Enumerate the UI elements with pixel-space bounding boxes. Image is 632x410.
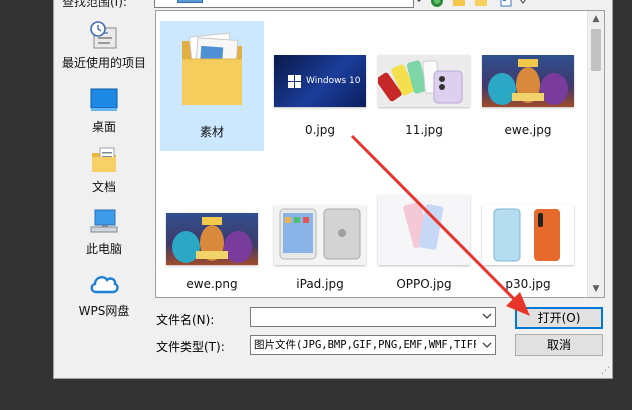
folder-location-icon (177, 0, 203, 3)
file-name: 0.jpg (304, 123, 336, 137)
cancel-button[interactable]: 取消 (515, 334, 603, 356)
image-thumbnail: Windows 10 (274, 55, 366, 107)
file-item-image[interactable]: p30.jpg (476, 191, 580, 297)
open-button[interactable]: 打开(O) (515, 307, 603, 329)
file-item-image[interactable]: iPad.jpg (268, 191, 372, 297)
place-label-documents: 文档 (91, 180, 116, 194)
filetype-select[interactable]: 图片文件(JPG,BMP,GIF,PNG,EMF,WMF,TIFF (250, 335, 496, 355)
place-desktop[interactable]: 桌面 (54, 84, 154, 135)
recent-items-icon (88, 20, 120, 52)
place-documents[interactable]: 文档 (54, 144, 154, 195)
place-label-recent: 最近使用的项目 (61, 56, 146, 70)
open-file-dialog: 查找范围(I): 最近使用的项目 桌面 文档 此电脑 WPS网盘 素材 Wind… (53, 0, 613, 379)
file-item-image[interactable]: OPPO.jpg (372, 191, 476, 297)
filename-label: 文件名(N): (156, 313, 215, 327)
documents-icon (88, 144, 120, 176)
tablet-image (279, 208, 361, 260)
file-item-image[interactable]: 11.jpg (372, 21, 476, 151)
lookin-label: 查找范围(I): (62, 0, 127, 9)
lookin-dropdown[interactable] (154, 0, 414, 8)
chevron-down-icon[interactable] (482, 340, 492, 350)
game-art-image (488, 59, 568, 105)
file-item-image[interactable]: Windows 10 0.jpg (268, 21, 372, 151)
file-list-view[interactable]: 素材 Windows 10 0.jpg 11.jpg ewe.jpg ewe.p… (155, 10, 605, 298)
places-bar: 最近使用的项目 桌面 文档 此电脑 WPS网盘 (54, 12, 150, 342)
filename-input[interactable] (250, 307, 496, 327)
place-wps-cloud[interactable]: WPS网盘 (54, 268, 154, 319)
file-name: 素材 (199, 125, 224, 139)
file-name: iPad.jpg (296, 277, 344, 291)
file-list-scrollbar[interactable]: ▲ ▼ (587, 11, 604, 297)
folder-icon (182, 32, 242, 105)
smartphones-image (493, 208, 560, 262)
thumbnail-caption: Windows 10 (306, 76, 361, 86)
file-name: OPPO.jpg (396, 277, 452, 291)
windows-logo-icon (288, 75, 301, 88)
image-thumbnail (166, 213, 258, 265)
file-name: ewe.jpg (504, 123, 552, 137)
resize-grip-icon[interactable]: ⋰ (601, 366, 610, 376)
file-item-image[interactable]: ewe.jpg (476, 21, 580, 151)
game-art-image (172, 217, 252, 263)
view-menu-icon[interactable] (500, 0, 514, 8)
scroll-up-icon[interactable]: ▲ (591, 14, 601, 24)
filetype-value: 图片文件(JPG,BMP,GIF,PNG,EMF,WMF,TIFF (254, 339, 476, 351)
smartphone-image (403, 202, 444, 250)
file-name: 11.jpg (405, 123, 443, 137)
image-thumbnail (482, 205, 574, 265)
image-thumbnail (378, 55, 470, 107)
up-folder-icon[interactable] (452, 0, 466, 8)
back-icon[interactable] (430, 0, 444, 8)
place-this-pc[interactable]: 此电脑 (54, 206, 154, 257)
file-item-image[interactable]: ewe.png (160, 191, 264, 297)
lookin-row: 查找范围(I): (54, 0, 612, 10)
chevron-down-icon[interactable] (482, 311, 492, 321)
scrollbar-thumb[interactable] (591, 29, 601, 71)
image-thumbnail (378, 195, 470, 265)
file-name: p30.jpg (505, 277, 551, 291)
scroll-down-icon[interactable]: ▼ (591, 284, 601, 294)
file-name: ewe.png (186, 277, 238, 291)
chevron-down-icon[interactable] (414, 0, 424, 4)
place-label-wps-cloud: WPS网盘 (78, 304, 130, 318)
new-folder-icon[interactable] (474, 0, 488, 8)
phones-image (378, 60, 463, 104)
image-thumbnail (482, 55, 574, 107)
place-recent[interactable]: 最近使用的项目 (54, 20, 154, 71)
file-item-folder[interactable]: 素材 (160, 21, 264, 151)
place-label-desktop: 桌面 (91, 120, 116, 134)
view-dropdown-icon[interactable] (518, 0, 528, 8)
place-label-this-pc: 此电脑 (85, 242, 122, 256)
image-thumbnail (274, 205, 366, 265)
desktop-icon (88, 84, 120, 116)
filetype-label: 文件类型(T): (156, 340, 225, 354)
computer-icon (88, 206, 120, 238)
cloud-icon (88, 268, 120, 300)
